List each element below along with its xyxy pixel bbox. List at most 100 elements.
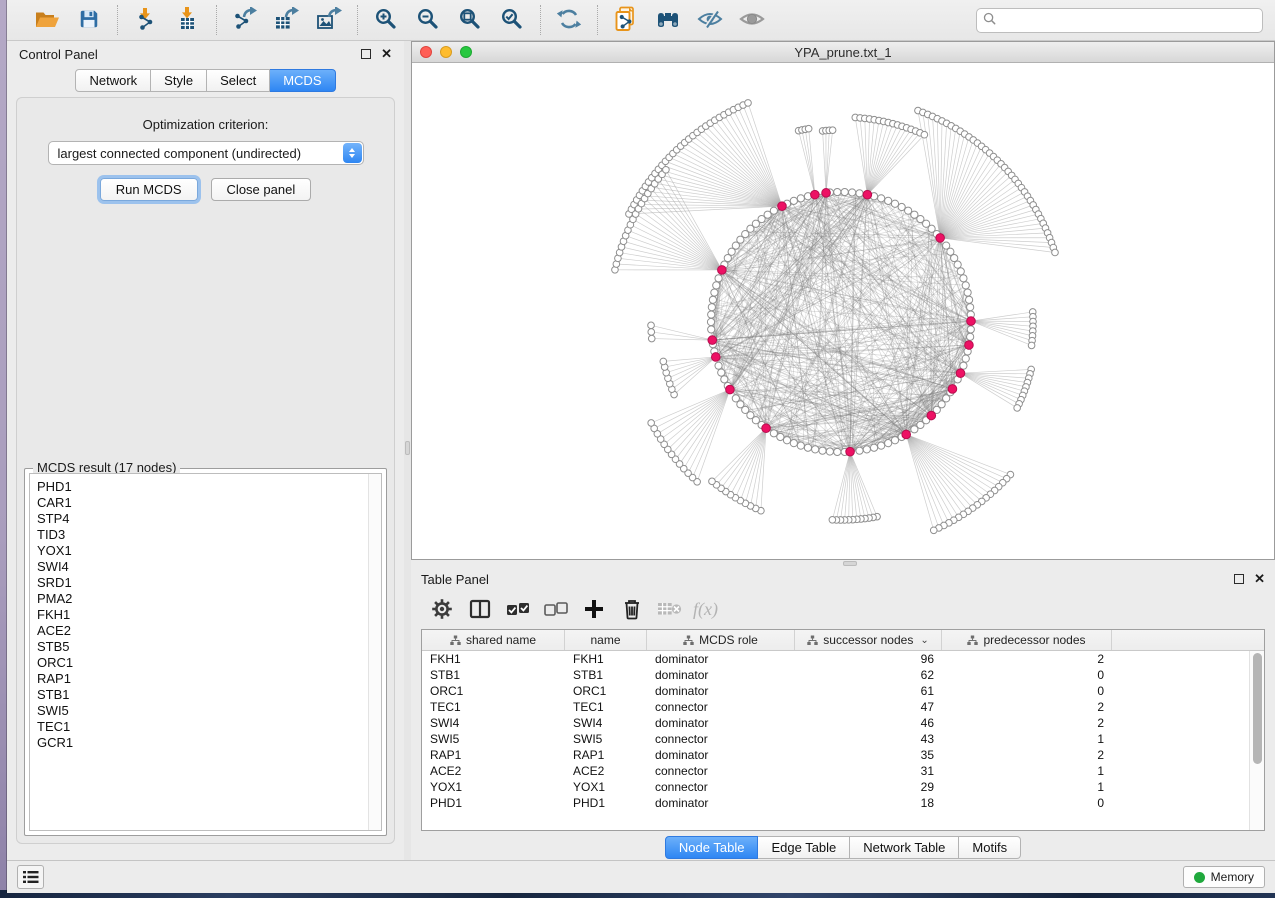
- table-cell: RAP1: [422, 748, 565, 762]
- table-tab-node-table[interactable]: Node Table: [665, 836, 759, 859]
- table-row[interactable]: STB1STB1dominator620: [422, 667, 1249, 683]
- mcds-result-item[interactable]: TEC1: [37, 719, 381, 735]
- column-header-predecessor-nodes[interactable]: predecessor nodes: [942, 630, 1112, 650]
- table-tab-edge-table[interactable]: Edge Table: [758, 836, 850, 859]
- table-row[interactable]: ORC1ORC1dominator610: [422, 683, 1249, 699]
- mcds-result-scrollbar[interactable]: [368, 474, 381, 830]
- float-table-panel-icon[interactable]: [1234, 574, 1244, 584]
- tab-mcds[interactable]: MCDS: [270, 69, 335, 92]
- mcds-result-item[interactable]: GCR1: [37, 735, 381, 751]
- hide-selected-button[interactable]: [692, 5, 728, 35]
- task-history-button[interactable]: [17, 865, 44, 889]
- mcds-result-item[interactable]: PMA2: [37, 591, 381, 607]
- refresh-button[interactable]: [551, 5, 587, 35]
- memory-button[interactable]: Memory: [1183, 866, 1265, 888]
- zoom-selected-button[interactable]: [494, 5, 530, 35]
- tab-select[interactable]: Select: [207, 69, 270, 92]
- mcds-result-item[interactable]: FKH1: [37, 607, 381, 623]
- find-button[interactable]: [650, 5, 686, 35]
- mcds-result-item[interactable]: ACE2: [37, 623, 381, 639]
- table-row[interactable]: YOX1YOX1connector291: [422, 779, 1249, 795]
- table-row[interactable]: SWI5SWI5connector431: [422, 731, 1249, 747]
- table-row[interactable]: PHD1PHD1dominator180: [422, 795, 1249, 811]
- import-table-button[interactable]: [170, 5, 206, 35]
- table-row[interactable]: RAP1RAP1dominator352: [422, 747, 1249, 763]
- horizontal-splitter[interactable]: [411, 560, 1275, 567]
- table-panel: Table Panel ✕ f(x) shared namenameMCDS r…: [411, 567, 1275, 860]
- mcds-result-item[interactable]: RAP1: [37, 671, 381, 687]
- toolbar-group: [358, 5, 541, 35]
- network-from-selection-button[interactable]: [608, 5, 644, 35]
- column-header-name[interactable]: name: [565, 630, 647, 650]
- select-all-button[interactable]: [503, 596, 533, 624]
- table-row[interactable]: FKH1FKH1dominator962: [422, 651, 1249, 667]
- criterion-dropdown[interactable]: largest connected component (undirected): [48, 141, 364, 165]
- table-tab-motifs[interactable]: Motifs: [959, 836, 1021, 859]
- zoom-fit-icon: [458, 7, 482, 34]
- toolbar-search-box[interactable]: [976, 8, 1263, 33]
- mcds-result-item[interactable]: STB5: [37, 639, 381, 655]
- table-cell: connector: [647, 780, 795, 794]
- function-builder-icon: f(x): [691, 598, 725, 623]
- export-table-button[interactable]: [269, 5, 305, 35]
- delete-column-button[interactable]: [617, 596, 647, 624]
- network-canvas[interactable]: [412, 63, 1274, 559]
- export-image-button[interactable]: [311, 5, 347, 35]
- hide-selected-icon: [697, 8, 723, 33]
- table-cell: 46: [795, 716, 942, 730]
- tab-style[interactable]: Style: [151, 69, 207, 92]
- column-header-shared-name[interactable]: shared name: [422, 630, 565, 650]
- close-panel-button[interactable]: Close panel: [211, 178, 312, 201]
- mcds-result-item[interactable]: CAR1: [37, 495, 381, 511]
- mcds-result-item[interactable]: STP4: [37, 511, 381, 527]
- table-cell: SWI5: [422, 732, 565, 746]
- table-row[interactable]: ACE2ACE2connector311: [422, 763, 1249, 779]
- memory-label: Memory: [1211, 870, 1254, 884]
- columns-button[interactable]: [465, 596, 495, 624]
- table-toolbar: f(x): [411, 591, 1275, 629]
- tab-network[interactable]: Network: [75, 69, 151, 92]
- add-column-button[interactable]: [579, 596, 609, 624]
- vertical-splitter[interactable]: [404, 41, 411, 860]
- open-button[interactable]: [29, 5, 65, 35]
- table-row[interactable]: SWI4SWI4dominator462: [422, 715, 1249, 731]
- mcds-result-item[interactable]: SRD1: [37, 575, 381, 591]
- float-panel-icon[interactable]: [361, 49, 371, 59]
- mcds-result-list[interactable]: PHD1CAR1STP4TID3YOX1SWI4SRD1PMA2FKH1ACE2…: [29, 473, 382, 831]
- column-header-MCDS-role[interactable]: MCDS role: [647, 630, 795, 650]
- import-network-button[interactable]: [128, 5, 164, 35]
- deselect-all-button[interactable]: [541, 596, 571, 624]
- mcds-result-item[interactable]: YOX1: [37, 543, 381, 559]
- mcds-result-item[interactable]: STB1: [37, 687, 381, 703]
- search-input[interactable]: [1000, 10, 1256, 30]
- gear-button[interactable]: [427, 596, 457, 624]
- zoom-fit-button[interactable]: [452, 5, 488, 35]
- column-header-successor-nodes[interactable]: successor nodes⌄: [795, 630, 942, 650]
- close-panel-icon[interactable]: ✕: [381, 49, 392, 59]
- table-tab-network-table[interactable]: Network Table: [850, 836, 959, 859]
- table-cell: 47: [795, 700, 942, 714]
- mcds-result-item[interactable]: ORC1: [37, 655, 381, 671]
- run-mcds-button[interactable]: Run MCDS: [100, 178, 198, 201]
- cytoscape-window: Control Panel ✕ NetworkStyleSelectMCDS O…: [7, 0, 1275, 893]
- network-window-titlebar[interactable]: YPA_prune.txt_1: [412, 42, 1274, 63]
- table-body: FKH1FKH1dominator962STB1STB1dominator620…: [422, 651, 1249, 830]
- table-scrollbar-thumb[interactable]: [1253, 653, 1262, 764]
- mcds-result-item[interactable]: PHD1: [37, 479, 381, 495]
- zoom-out-button[interactable]: [410, 5, 446, 35]
- export-network-button[interactable]: [227, 5, 263, 35]
- table-cell: 61: [795, 684, 942, 698]
- table-vertical-scrollbar[interactable]: [1249, 651, 1264, 830]
- mcds-result-item[interactable]: SWI4: [37, 559, 381, 575]
- table-row[interactable]: TEC1TEC1connector472: [422, 699, 1249, 715]
- save-button[interactable]: [71, 5, 107, 35]
- close-table-panel-icon[interactable]: ✕: [1254, 574, 1265, 584]
- show-all-button[interactable]: [734, 5, 770, 35]
- mcds-result-item[interactable]: SWI5: [37, 703, 381, 719]
- horizontal-splitter-grip[interactable]: [843, 561, 857, 566]
- table-cell: 1: [942, 732, 1112, 746]
- vertical-splitter-grip[interactable]: [405, 441, 410, 455]
- mcds-result-item[interactable]: TID3: [37, 527, 381, 543]
- zoom-in-button[interactable]: [368, 5, 404, 35]
- toolbar-group: [19, 5, 118, 35]
